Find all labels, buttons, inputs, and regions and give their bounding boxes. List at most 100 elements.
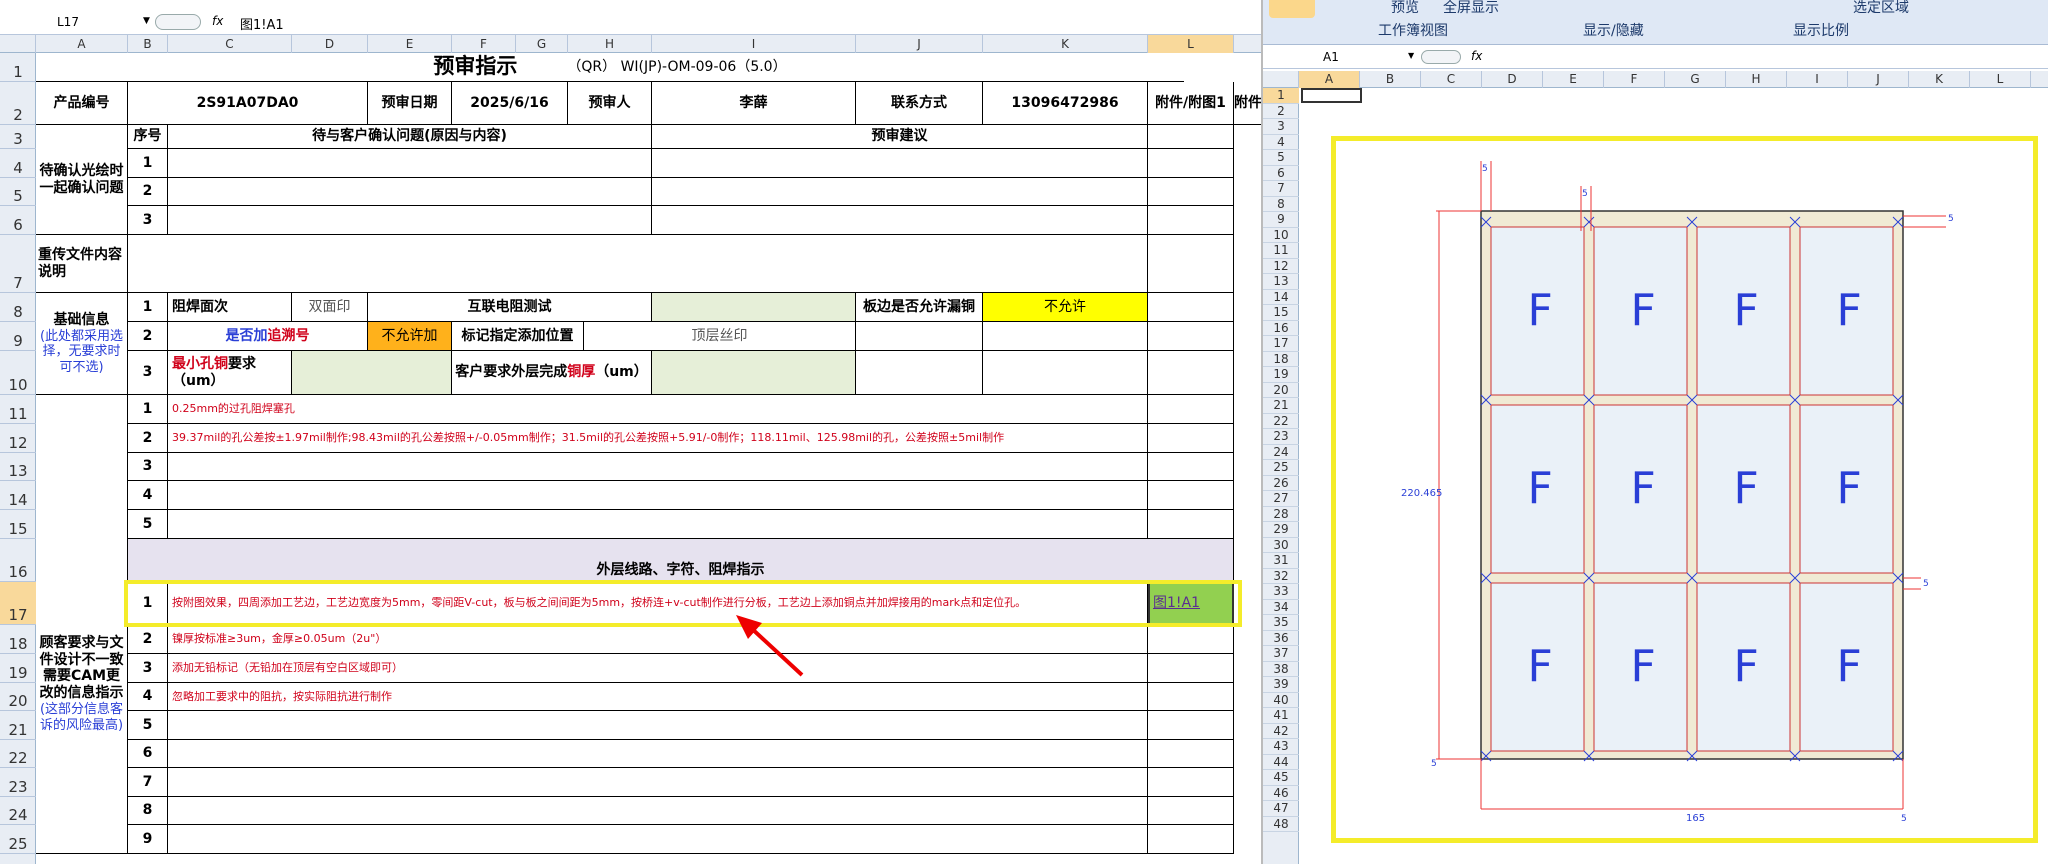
row-header[interactable]: 46 xyxy=(1263,786,1299,801)
empty-cell[interactable] xyxy=(1148,825,1234,854)
row-header[interactable]: 3 xyxy=(1263,119,1299,135)
row-header[interactable]: 16 xyxy=(1263,321,1299,336)
row-header[interactable]: 35 xyxy=(1263,615,1299,631)
row-header[interactable]: 1 xyxy=(0,53,36,82)
row-header[interactable]: 19 xyxy=(1263,367,1299,383)
row-header[interactable]: 41 xyxy=(1263,708,1299,724)
empty-cell[interactable] xyxy=(1148,740,1234,768)
row-header[interactable]: 24 xyxy=(0,797,36,825)
interconnect-select[interactable] xyxy=(652,293,856,322)
row-header[interactable]: 43 xyxy=(1263,739,1299,755)
advice-cell[interactable] xyxy=(652,178,1148,206)
advice-cell[interactable] xyxy=(652,149,1148,178)
row-header[interactable]: 16 xyxy=(0,539,36,582)
col-header[interactable]: F xyxy=(452,35,516,53)
row-header[interactable]: 32 xyxy=(1263,569,1299,584)
active-cell[interactable] xyxy=(1301,88,1362,103)
row-header[interactable]: 10 xyxy=(1263,228,1299,243)
empty-cell[interactable] xyxy=(1148,235,1234,293)
row-header[interactable]: 37 xyxy=(1263,646,1299,662)
row-header[interactable]: 18 xyxy=(0,625,36,654)
row-header[interactable]: 19 xyxy=(0,654,36,683)
col-header[interactable]: G xyxy=(516,35,568,53)
fx-icon[interactable]: fx xyxy=(1471,49,1482,63)
row-header[interactable]: 47 xyxy=(1263,801,1299,817)
issue-cell[interactable] xyxy=(168,149,652,178)
empty-cell[interactable] xyxy=(1148,178,1234,206)
product-value[interactable]: 2S91A07DA0 xyxy=(128,82,368,125)
col-header[interactable]: H xyxy=(1726,71,1787,88)
row-header[interactable]: 5 xyxy=(0,178,36,206)
req-text[interactable]: 镍厚按标准≥3um，金厚≥0.05um（2u"） xyxy=(168,625,1148,654)
empty-cell[interactable] xyxy=(1148,206,1234,235)
min-hole-input[interactable] xyxy=(292,351,452,395)
empty-cell[interactable] xyxy=(1148,510,1234,539)
row-header[interactable]: 2 xyxy=(0,82,36,125)
row-header[interactable]: 39 xyxy=(1263,677,1299,693)
solder-select[interactable]: 双面印 xyxy=(292,293,368,322)
row-header[interactable]: 7 xyxy=(1263,181,1299,197)
col-header[interactable]: E xyxy=(368,35,452,53)
empty-cell[interactable] xyxy=(1148,125,1234,149)
date-value[interactable]: 2025/6/16 xyxy=(452,82,568,125)
fullscreen-button[interactable]: 全屏显示 xyxy=(1443,0,1499,17)
col-header[interactable]: C xyxy=(1421,71,1482,88)
req-text[interactable] xyxy=(168,740,1148,768)
row-header[interactable]: 44 xyxy=(1263,755,1299,770)
row-header[interactable]: 23 xyxy=(0,768,36,797)
row-header[interactable]: 12 xyxy=(0,424,36,453)
row-header[interactable]: 1 xyxy=(1263,88,1299,104)
req-text[interactable] xyxy=(168,825,1148,854)
col-header[interactable]: K xyxy=(1909,71,1970,88)
advice-cell[interactable] xyxy=(652,206,1148,235)
col-header[interactable]: B xyxy=(128,35,168,53)
row-header[interactable]: 6 xyxy=(1263,166,1299,181)
row-header[interactable]: 11 xyxy=(0,395,36,424)
row-header[interactable]: 9 xyxy=(1263,212,1299,228)
row-header[interactable]: 48 xyxy=(1263,817,1299,832)
col-header[interactable]: C xyxy=(168,35,292,53)
col-header[interactable]: A xyxy=(36,35,128,53)
formula-input[interactable]: 图1!A1 xyxy=(240,14,284,33)
row-header[interactable]: 18 xyxy=(1263,352,1299,367)
select-area-button[interactable]: 选定区域 xyxy=(1853,0,1909,17)
empty-cell[interactable] xyxy=(1148,322,1234,351)
empty-cell[interactable] xyxy=(1148,453,1234,481)
row-header[interactable]: 7 xyxy=(0,235,36,293)
issue-cell[interactable] xyxy=(168,206,652,235)
col-header[interactable]: L xyxy=(1148,35,1234,53)
empty-cell[interactable] xyxy=(856,351,983,395)
row-header[interactable]: 38 xyxy=(1263,662,1299,677)
row-header[interactable]: 28 xyxy=(1263,507,1299,522)
col-header[interactable]: K xyxy=(983,35,1148,53)
row-header[interactable]: 4 xyxy=(1263,135,1299,150)
empty-cell[interactable] xyxy=(1148,768,1234,797)
row-header[interactable]: 8 xyxy=(0,293,36,322)
name-box[interactable]: L17 xyxy=(5,13,153,31)
row-header[interactable]: 20 xyxy=(1263,383,1299,398)
col-header[interactable]: E xyxy=(1543,71,1604,88)
mark-select[interactable]: 顶层丝印 xyxy=(584,322,856,351)
select-all-corner[interactable] xyxy=(0,35,36,53)
col-header[interactable]: L xyxy=(1970,71,2031,88)
row-header[interactable]: 45 xyxy=(1263,770,1299,786)
row-header[interactable]: 13 xyxy=(0,453,36,481)
row-header[interactable]: 5 xyxy=(1263,150,1299,166)
row-header[interactable]: 14 xyxy=(0,481,36,510)
row-header[interactable]: 22 xyxy=(0,740,36,768)
empty-cell[interactable] xyxy=(1148,293,1234,322)
empty-cell[interactable] xyxy=(983,351,1148,395)
edge-select[interactable]: 不允许 xyxy=(983,293,1148,322)
row-header[interactable]: 25 xyxy=(1263,460,1299,476)
req-text[interactable] xyxy=(168,510,1148,539)
col-header[interactable]: F xyxy=(1604,71,1665,88)
empty-cell[interactable] xyxy=(1148,395,1234,424)
row-header[interactable]: 36 xyxy=(1263,631,1299,646)
row-header[interactable]: 8 xyxy=(1263,197,1299,212)
row-header[interactable]: 11 xyxy=(1263,243,1299,259)
empty-cell[interactable] xyxy=(1148,683,1234,711)
row-header[interactable]: 13 xyxy=(1263,274,1299,290)
empty-cell[interactable] xyxy=(856,322,983,351)
right-name-box[interactable]: A1 xyxy=(1323,50,1339,64)
panel-drawing[interactable]: F F F F F F F F F F F F 220.465 165 5 5 5 5 5 5 xyxy=(1331,136,2038,843)
